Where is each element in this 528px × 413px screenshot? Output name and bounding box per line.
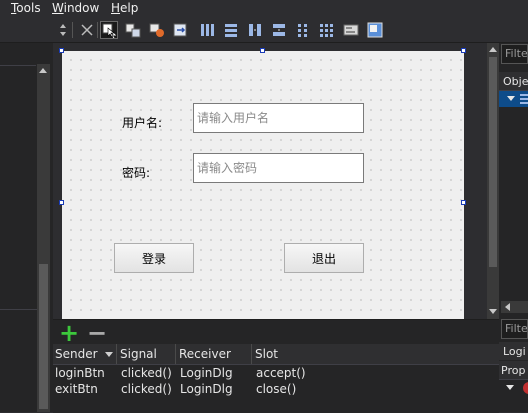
column-receiver[interactable]: Receiver bbox=[179, 347, 231, 361]
column-divider bbox=[251, 344, 252, 364]
object-hscrollbar[interactable] bbox=[501, 301, 528, 313]
preview-icon[interactable] bbox=[366, 21, 384, 39]
cell-receiver: LoginDlg bbox=[180, 366, 233, 380]
layout-form-icon[interactable] bbox=[294, 21, 312, 39]
menu-tools[interactable]: Tools bbox=[11, 1, 41, 15]
scroll-left-icon[interactable] bbox=[504, 303, 510, 311]
cell-slot: close() bbox=[256, 382, 297, 396]
property-class-label: Logi bbox=[503, 345, 526, 358]
object-tree-row-selected[interactable] bbox=[499, 91, 528, 107]
username-field[interactable] bbox=[193, 103, 364, 133]
expand-arrow-icon[interactable] bbox=[506, 385, 514, 391]
toolbar-separator bbox=[72, 22, 73, 38]
login-button[interactable]: 登录 bbox=[114, 243, 194, 273]
column-slot[interactable]: Slot bbox=[255, 347, 278, 361]
scroll-down-icon[interactable] bbox=[489, 309, 497, 314]
cell-signal: clicked() bbox=[121, 382, 172, 396]
layout-vertical-splitter-icon[interactable] bbox=[270, 21, 288, 39]
connections-table-header: Sender Signal Receiver Slot bbox=[53, 344, 499, 365]
widget-layout-icon bbox=[520, 94, 528, 104]
cell-slot: accept() bbox=[256, 366, 306, 380]
edit-signals-slots-icon[interactable] bbox=[124, 21, 142, 39]
object-header-label: Obje bbox=[503, 75, 528, 88]
remove-connection-icon[interactable]: − bbox=[87, 320, 107, 346]
column-divider bbox=[116, 344, 117, 364]
property-color-swatch bbox=[523, 382, 528, 394]
menu-window[interactable]: Window bbox=[52, 1, 99, 15]
toolbar-overflow-icon[interactable] bbox=[59, 23, 67, 37]
edit-buddies-icon[interactable] bbox=[148, 21, 166, 39]
canvas-scrollbar[interactable] bbox=[487, 43, 499, 319]
menu-help[interactable]: Help bbox=[111, 1, 138, 15]
selection-handle-middle-left[interactable] bbox=[59, 200, 64, 205]
cell-signal: clicked() bbox=[121, 366, 172, 380]
cell-sender: loginBtn bbox=[55, 366, 105, 380]
layout-horizontal-icon[interactable] bbox=[198, 21, 216, 39]
layout-grid-icon[interactable] bbox=[318, 21, 336, 39]
property-class-row: Logi bbox=[499, 342, 528, 360]
cell-sender: exitBtn bbox=[55, 382, 98, 396]
panel-divider bbox=[0, 309, 37, 310]
password-field[interactable] bbox=[193, 153, 364, 183]
property-row-qobject[interactable] bbox=[499, 380, 528, 396]
toolbar-separator bbox=[97, 22, 98, 38]
edit-widgets-icon bbox=[102, 23, 117, 39]
password-input[interactable] bbox=[194, 154, 363, 182]
object-filter-input[interactable]: Filter bbox=[501, 44, 528, 64]
panel-divider bbox=[0, 65, 36, 66]
property-column-header: Prop bbox=[499, 361, 528, 380]
scrollbar-thumb[interactable] bbox=[39, 264, 48, 409]
adjust-size-icon[interactable] bbox=[342, 21, 360, 39]
sort-descending-icon[interactable] bbox=[105, 352, 113, 357]
widget-box-scrollbar[interactable] bbox=[37, 64, 50, 412]
object-column-header: Obje bbox=[499, 72, 528, 91]
scrollbar-thumb[interactable] bbox=[489, 57, 497, 267]
add-connection-icon[interactable]: + bbox=[59, 320, 79, 346]
username-input[interactable] bbox=[194, 104, 363, 132]
scroll-up-icon[interactable] bbox=[489, 47, 497, 52]
layout-horizontal-splitter-icon[interactable] bbox=[246, 21, 264, 39]
column-sender[interactable]: Sender bbox=[55, 347, 98, 361]
password-label: 密码: bbox=[122, 166, 151, 180]
column-signal[interactable]: Signal bbox=[120, 347, 157, 361]
login-form[interactable]: 用户名: 密码: 登录 退出 bbox=[62, 51, 464, 319]
selection-handle-top-right[interactable] bbox=[461, 48, 466, 53]
property-filter-input[interactable]: Filte bbox=[501, 319, 528, 339]
edit-tab-order-icon[interactable] bbox=[172, 21, 190, 39]
selection-handle-top-center[interactable] bbox=[260, 48, 265, 53]
edit-widgets-button[interactable] bbox=[100, 21, 118, 39]
expand-arrow-icon[interactable] bbox=[507, 96, 515, 102]
username-label: 用户名: bbox=[122, 116, 163, 130]
break-layout-icon[interactable] bbox=[78, 21, 96, 39]
exit-button[interactable]: 退出 bbox=[284, 243, 364, 273]
column-divider bbox=[175, 344, 176, 364]
cell-receiver: LoginDlg bbox=[180, 382, 233, 396]
selection-handle-middle-right[interactable] bbox=[461, 200, 466, 205]
menu-bar: Tools Window Help bbox=[0, 0, 528, 18]
property-header-label: Prop bbox=[501, 364, 526, 377]
layout-vertical-icon[interactable] bbox=[222, 21, 240, 39]
selection-handle-top-left[interactable] bbox=[59, 48, 64, 53]
form-editor-toolbar bbox=[0, 18, 528, 43]
scroll-up-icon[interactable] bbox=[39, 68, 47, 73]
